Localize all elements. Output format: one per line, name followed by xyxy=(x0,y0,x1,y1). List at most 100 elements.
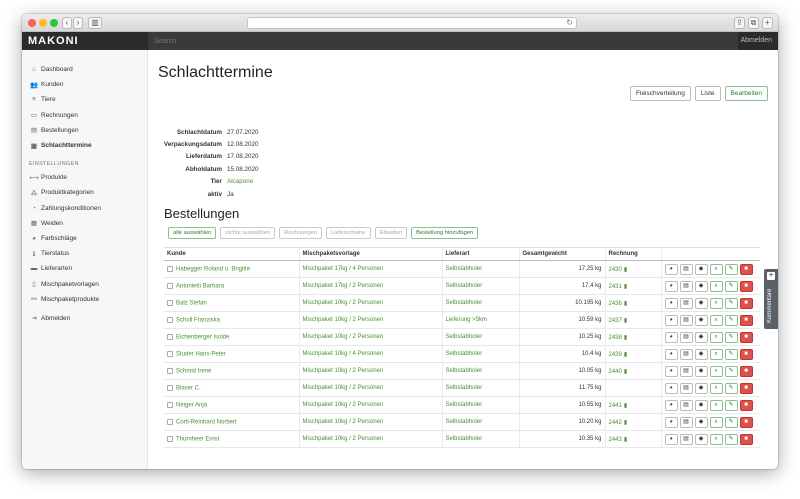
fleischverteilung-button[interactable]: Fleischverteilung xyxy=(630,86,691,101)
sidebar-item-tierstatus[interactable]: ℹ Tierstatus xyxy=(22,246,147,261)
file-icon[interactable]: ▮ xyxy=(624,267,627,273)
lieferart-link[interactable]: Selbstabholer xyxy=(441,396,519,414)
file-icon[interactable]: ▮ xyxy=(624,335,627,341)
tag-icon[interactable]: ◆ xyxy=(694,314,708,326)
pie-chart-icon[interactable]: ◕ xyxy=(664,297,678,309)
trash-icon[interactable]: ■ xyxy=(739,365,753,377)
col-rechnung[interactable]: Rechnung xyxy=(604,247,661,261)
customer-link[interactable]: Corti-Reinhard Norbert xyxy=(176,419,237,425)
invoice-link[interactable]: 2436 xyxy=(609,301,622,307)
customer-link[interactable]: Balz Stefan xyxy=(176,300,207,306)
bulk-button-3[interactable]: Lieferscheine xyxy=(326,227,371,239)
pencil-icon[interactable]: ✎ xyxy=(724,263,738,275)
sidebar-item-kunden[interactable]: 👥 Kunden xyxy=(22,77,147,92)
search-icon[interactable]: ⌕ xyxy=(709,348,723,360)
vorlage-link[interactable]: Mischpaket 17kg / 4 Personen xyxy=(298,260,442,278)
vorlage-link[interactable]: Mischpaket 10kg / 2 Personen xyxy=(298,294,442,312)
file-icon[interactable]: ▮ xyxy=(624,284,627,290)
brand-logo[interactable]: MAKONI xyxy=(28,35,79,47)
list-icon[interactable]: ▤ xyxy=(679,280,693,292)
tag-icon[interactable]: ◆ xyxy=(694,382,708,394)
search-icon[interactable]: ⌕ xyxy=(709,382,723,394)
list-icon[interactable]: ▤ xyxy=(679,433,693,445)
sidebar-item-zahlungskonditionen[interactable]: ◔ Zahlungskonditionen xyxy=(22,201,147,216)
lieferart-link[interactable]: Selbstabholer xyxy=(441,328,519,346)
customer-link[interactable]: Blaser C. xyxy=(176,385,201,391)
trash-icon[interactable]: ■ xyxy=(739,382,753,394)
file-icon[interactable]: ▮ xyxy=(624,403,627,409)
pencil-icon[interactable]: ✎ xyxy=(724,416,738,428)
row-checkbox[interactable] xyxy=(167,384,173,391)
trash-icon[interactable]: ■ xyxy=(739,314,753,326)
tag-icon[interactable]: ◆ xyxy=(694,416,708,428)
invoice-link[interactable]: 2431 xyxy=(609,284,622,290)
search-icon[interactable]: ⌕ xyxy=(709,331,723,343)
sidebar-item-produkte[interactable]: ⟷ Produkte xyxy=(22,170,147,185)
tag-icon[interactable]: ◆ xyxy=(694,399,708,411)
pie-chart-icon[interactable]: ◕ xyxy=(664,348,678,360)
trash-icon[interactable]: ■ xyxy=(739,331,753,343)
row-checkbox[interactable] xyxy=(167,367,173,374)
row-checkbox[interactable] xyxy=(167,265,173,272)
lieferart-link[interactable]: Selbstabholer xyxy=(441,379,519,397)
customer-link[interactable]: Antonietti Barbara xyxy=(176,283,224,289)
liste-button[interactable]: Liste xyxy=(694,86,721,101)
vorlage-link[interactable]: Mischpaket 10kg / 2 Personen xyxy=(298,396,442,414)
search-icon[interactable]: ⌕ xyxy=(709,297,723,309)
lieferart-link[interactable]: Selbstabholer xyxy=(441,277,519,295)
pencil-icon[interactable]: ✎ xyxy=(724,399,738,411)
vorlage-link[interactable]: Mischpaket 10kg / 2 Personen xyxy=(298,413,442,431)
list-icon[interactable]: ▤ xyxy=(679,331,693,343)
list-icon[interactable]: ▤ xyxy=(679,348,693,360)
search-icon[interactable]: ⌕ xyxy=(709,314,723,326)
bulk-button-2[interactable]: Rechnungen xyxy=(279,227,323,239)
tag-icon[interactable]: ◆ xyxy=(694,331,708,343)
invoice-link[interactable]: 2442 xyxy=(609,420,622,426)
customer-link[interactable]: Scholl Franziska xyxy=(176,317,220,323)
vorlage-link[interactable]: Mischpaket 10kg / 2 Personen xyxy=(298,379,442,397)
invoice-link[interactable]: 2430 xyxy=(609,267,622,273)
row-checkbox[interactable] xyxy=(167,435,173,442)
sidebar-item-mischpaketprodukte[interactable]: ⚯ Mischpaketprodukte xyxy=(22,292,147,307)
sidebar-item-bestellungen[interactable]: ▤ Bestellungen xyxy=(22,123,147,138)
customer-link[interactable]: Eichenberger Isolde xyxy=(176,334,229,340)
lieferart-link[interactable]: Lieferung >5km xyxy=(441,311,519,329)
list-icon[interactable]: ▤ xyxy=(679,314,693,326)
pencil-icon[interactable]: ✎ xyxy=(724,297,738,309)
lieferart-link[interactable]: Selbstabholer xyxy=(441,430,519,448)
pie-chart-icon[interactable]: ◕ xyxy=(664,416,678,428)
customer-link[interactable]: Habegger Roland u. Brigitte xyxy=(176,266,250,272)
sidebar-item-weiden[interactable]: ▦ Weiden xyxy=(22,216,147,231)
sidebar-item-logout[interactable]: ⇥ Abmelden xyxy=(22,311,147,326)
file-icon[interactable]: ▮ xyxy=(624,301,627,307)
customer-link[interactable]: Studer Hans-Peter xyxy=(176,351,226,357)
share-icon[interactable]: ⇪ xyxy=(734,17,745,29)
pie-chart-icon[interactable]: ◕ xyxy=(664,382,678,394)
col-vorlage[interactable]: Mischpaketsvorlage xyxy=(298,247,442,261)
trash-icon[interactable]: ■ xyxy=(739,348,753,360)
maximize-window-button[interactable] xyxy=(50,19,58,27)
list-icon[interactable]: ▤ xyxy=(679,416,693,428)
lieferart-link[interactable]: Selbstabholer xyxy=(441,362,519,380)
pencil-icon[interactable]: ✎ xyxy=(724,331,738,343)
lieferart-link[interactable]: Selbstabholer xyxy=(441,260,519,278)
vorlage-link[interactable]: Mischpaket 10kg / 2 Personen xyxy=(298,430,442,448)
customer-link[interactable]: Schmid Irene xyxy=(176,368,211,374)
close-window-button[interactable] xyxy=(28,19,36,27)
sidebar-item-schlachttermine[interactable]: ▣ Schlachttermine xyxy=(22,138,147,153)
invoice-link[interactable]: 2443 xyxy=(609,437,622,443)
invoice-link[interactable]: 2438 xyxy=(609,335,622,341)
detail-link[interactable]: Alcapone xyxy=(227,178,253,185)
tag-icon[interactable]: ◆ xyxy=(694,297,708,309)
vorlage-link[interactable]: Mischpaket 10kg / 2 Personen xyxy=(298,311,442,329)
lieferart-link[interactable]: Selbstabholer xyxy=(441,345,519,363)
tag-icon[interactable]: ◆ xyxy=(694,433,708,445)
reload-icon[interactable]: ↻ xyxy=(566,18,573,28)
tabs-icon[interactable]: ⧉ xyxy=(748,17,759,29)
pie-chart-icon[interactable]: ◕ xyxy=(664,365,678,377)
row-checkbox[interactable] xyxy=(167,299,173,306)
pencil-icon[interactable]: ✎ xyxy=(724,280,738,292)
chevron-right-icon[interactable]: › xyxy=(73,17,83,29)
bulk-button-1[interactable]: nichte auswählen xyxy=(220,227,276,239)
vorlage-link[interactable]: Mischpaket 10kg / 4 Personen xyxy=(298,345,442,363)
